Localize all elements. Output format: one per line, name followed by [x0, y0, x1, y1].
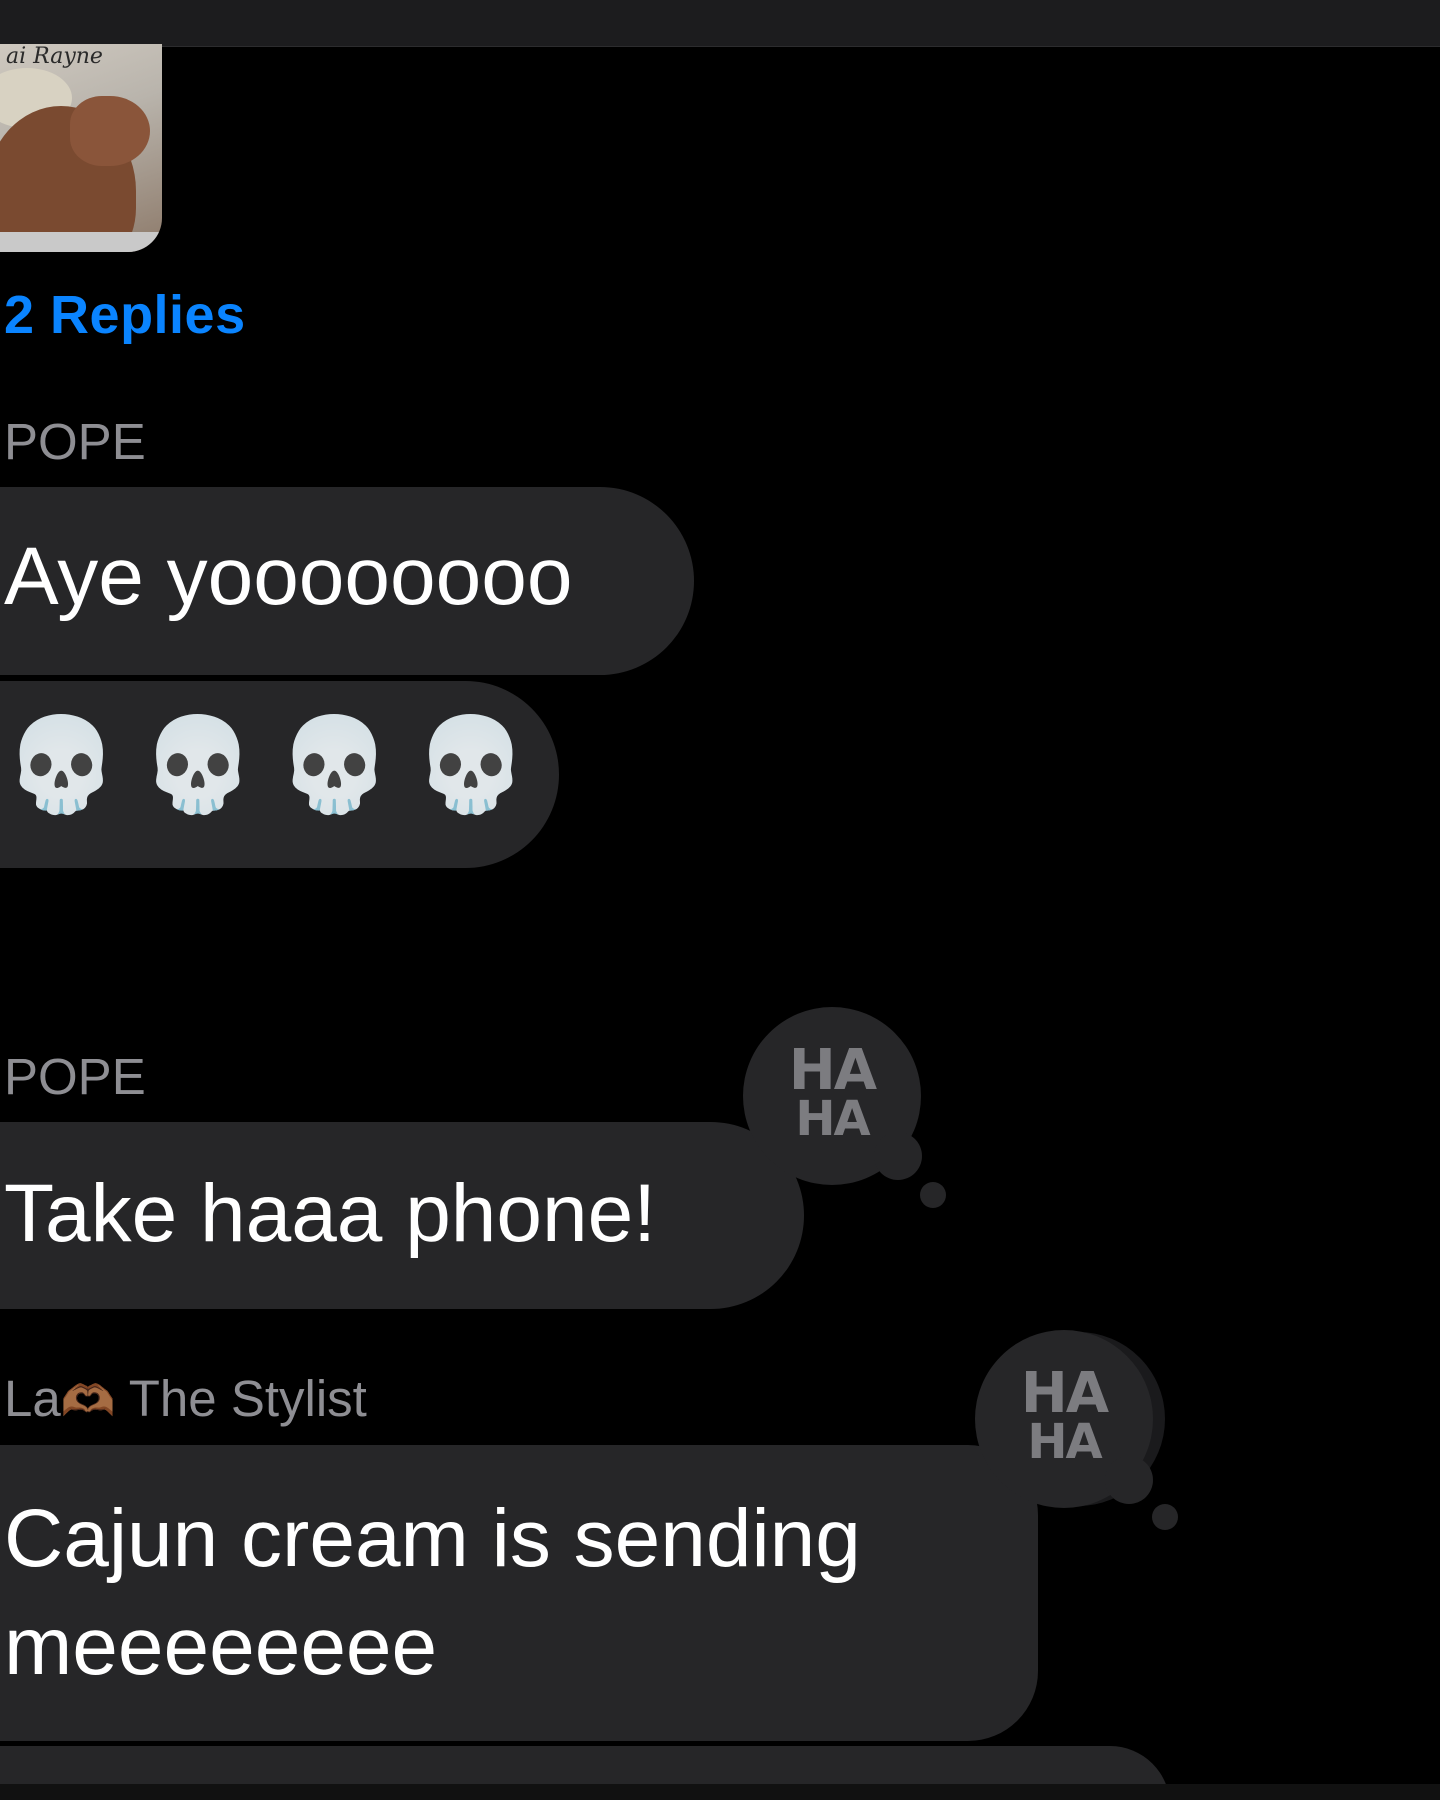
attachment-caption: ai Rayne — [6, 44, 103, 69]
replies-link[interactable]: 2 Replies — [4, 284, 246, 346]
sender-name: La🫶🏾 The Stylist — [4, 1369, 367, 1428]
sender-name-prefix: La — [4, 1370, 61, 1427]
photo-attachment[interactable]: ai Rayne — [0, 44, 162, 252]
sender-name: POPE — [4, 413, 146, 470]
bottom-edge — [0, 1784, 1440, 1800]
sender-name-suffix: The Stylist — [115, 1370, 367, 1427]
tapback-tail-icon — [1105, 1456, 1153, 1504]
messages-thread-screen: ai Rayne 2 Replies POPE Aye yoooooooo 💀 … — [0, 0, 1440, 1800]
tapback-label-line1: HA — [788, 1038, 877, 1103]
tapback-tail-dot-icon — [1152, 1504, 1178, 1530]
skull-emoji-icon: 💀 — [140, 714, 256, 816]
tapback-label-line1: HA — [1020, 1361, 1109, 1426]
sender-name: POPE — [4, 1048, 146, 1105]
navigation-bar — [0, 0, 1440, 47]
attachment-hand — [70, 96, 150, 166]
message-bubble[interactable]: Cajun cream is sending meeeeeeee — [0, 1445, 1038, 1741]
message-text: Aye yoooooooo — [4, 531, 573, 622]
message-text: Cajun cream is sending meeeeeeee — [4, 1493, 861, 1692]
tapback-tail-icon — [874, 1132, 922, 1180]
tapback-tail-dot-icon — [920, 1182, 946, 1208]
message-bubble[interactable]: Aye yoooooooo — [0, 487, 694, 675]
message-bubble-emoji[interactable]: 💀 💀 💀 💀 — [0, 681, 559, 868]
skull-emoji-icon: 💀 — [277, 714, 392, 816]
skull-emoji-icon: 💀 — [413, 714, 529, 816]
skull-emoji-row: 💀 💀 💀 💀 — [4, 705, 528, 825]
heart-hands-emoji-icon: 🫶🏾 — [60, 1377, 116, 1426]
attachment-shirt — [0, 232, 162, 252]
message-text: Take haaa phone! — [4, 1168, 656, 1259]
message-bubble[interactable]: Take haaa phone! — [0, 1122, 804, 1309]
skull-emoji-icon: 💀 — [4, 714, 119, 816]
